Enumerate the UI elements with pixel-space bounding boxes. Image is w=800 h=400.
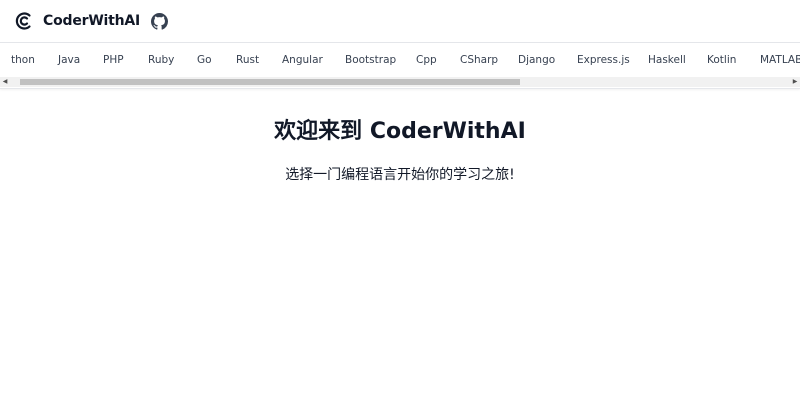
top-header: CoderWithAI [0, 0, 800, 43]
nav-item-matlab[interactable]: MATLAB [760, 53, 800, 67]
c-logo-icon[interactable] [14, 11, 34, 31]
nav-item-cpp[interactable]: Cpp [416, 53, 437, 67]
scroll-right-arrow-icon[interactable]: ▶ [790, 77, 800, 87]
scrollbar-thumb[interactable] [20, 79, 520, 85]
scroll-left-arrow-icon[interactable]: ◀ [0, 77, 10, 87]
welcome-title: 欢迎来到 CoderWithAI [274, 119, 526, 144]
nav-item-rust[interactable]: Rust [236, 53, 259, 67]
nav-item-java[interactable]: Java [58, 53, 80, 67]
brand[interactable]: CoderWithAI [14, 10, 169, 32]
nav-item-django[interactable]: Django [518, 53, 555, 67]
horizontal-scrollbar[interactable]: ◀ ▶ [0, 77, 800, 87]
nav-item-bootstrap[interactable]: Bootstrap [345, 53, 396, 67]
welcome-subtitle: 选择一门编程语言开始你的学习之旅! [285, 167, 515, 183]
github-icon[interactable] [151, 12, 169, 30]
nav-item-kotlin[interactable]: Kotlin [707, 53, 736, 67]
nav-item-haskell[interactable]: Haskell [648, 53, 686, 67]
brand-name[interactable]: CoderWithAI [43, 13, 140, 29]
language-nav-bar: thon Java PHP Ruby Go Rust Angular Boots… [0, 43, 800, 89]
nav-item-python[interactable]: thon [11, 53, 35, 67]
main-content: 欢迎来到 CoderWithAI 选择一门编程语言开始你的学习之旅! [0, 89, 800, 400]
nav-item-go[interactable]: Go [197, 53, 212, 67]
language-nav: thon Java PHP Ruby Go Rust Angular Boots… [0, 43, 800, 77]
nav-item-php[interactable]: PHP [103, 53, 124, 67]
nav-item-csharp[interactable]: CSharp [460, 53, 498, 67]
nav-item-angular[interactable]: Angular [282, 53, 323, 67]
nav-item-ruby[interactable]: Ruby [148, 53, 174, 67]
nav-item-expressjs[interactable]: Express.js [577, 53, 630, 67]
